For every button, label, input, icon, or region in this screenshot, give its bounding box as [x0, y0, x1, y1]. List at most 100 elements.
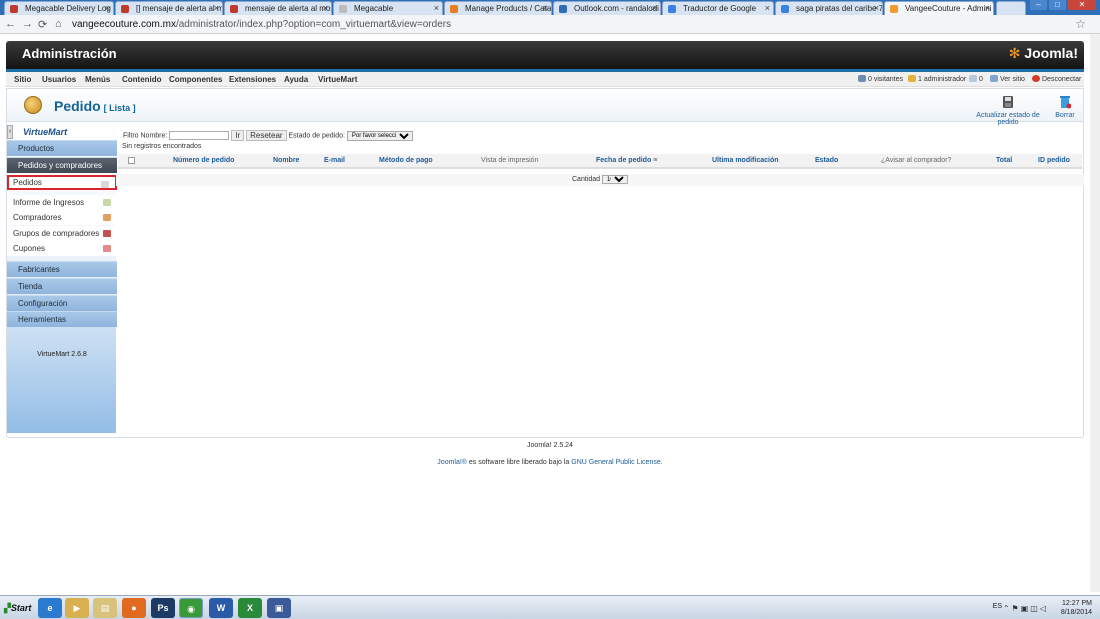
gpl-link[interactable]: GNU General Public License.: [571, 459, 662, 466]
col-last-modified[interactable]: Ultima modificación: [712, 157, 779, 164]
internet-explorer-icon[interactable]: e: [38, 598, 62, 618]
menu-item-usuarios[interactable]: Usuarios: [42, 75, 76, 84]
browser-tab[interactable]: saga piratas del caribe 720 ×: [775, 1, 883, 15]
browser-tab[interactable]: mensaje de alerta al mos ×: [224, 1, 332, 15]
maximize-icon[interactable]: □: [1049, 0, 1066, 10]
media-player-icon[interactable]: ▶: [65, 598, 89, 618]
sort-icon: ≡: [653, 157, 658, 164]
loading-icon: [339, 5, 347, 13]
visitors-icon: [858, 75, 866, 82]
sidebar-item-cupones[interactable]: Cupones: [7, 241, 117, 256]
close-icon[interactable]: ×: [652, 2, 657, 15]
list-limit-select[interactable]: 10: [601, 174, 628, 184]
browser-tab[interactable]: Traductor de Google ×: [662, 1, 774, 15]
menu-item-extensiones[interactable]: Extensiones: [229, 75, 276, 84]
remote-desktop-icon[interactable]: ▣: [267, 598, 291, 618]
vertical-scrollbar[interactable]: [1090, 34, 1100, 592]
google-translate-icon: [668, 5, 676, 13]
sidebar-section-tienda[interactable]: Tienda: [7, 278, 117, 294]
col-order-number[interactable]: Número de pedido: [173, 157, 234, 164]
sidebar-item-pedidos[interactable]: Pedidos: [7, 175, 117, 190]
orders-icon: [101, 181, 109, 188]
clock[interactable]: 12:27 PM 8/18/2014: [1061, 599, 1092, 617]
go-button[interactable]: Ir: [231, 130, 245, 141]
back-icon[interactable]: ←: [5, 18, 16, 30]
tray-icons[interactable]: ⌃⚑▣◫◁: [1003, 604, 1048, 613]
close-icon[interactable]: ×: [434, 2, 439, 15]
bookmark-star-icon[interactable]: ☆: [1075, 17, 1086, 31]
menu-item-componentes[interactable]: Componentes: [169, 75, 222, 84]
close-icon[interactable]: ×: [874, 2, 879, 15]
reload-icon[interactable]: ⟳: [38, 18, 47, 31]
messages-count[interactable]: 0: [969, 75, 983, 83]
delete-button[interactable]: Borrar: [1053, 95, 1077, 119]
word-icon[interactable]: W: [209, 598, 233, 618]
col-email[interactable]: E-mail: [324, 157, 345, 164]
sidebar-section-pedidos-compradores[interactable]: Pedidos y compradores: [7, 157, 117, 173]
admin-header: Administración ✻ Joomla!: [6, 41, 1084, 69]
col-status[interactable]: Estado: [815, 157, 838, 164]
no-records-message: Sin registros encontrados: [122, 143, 202, 150]
report-icon: [103, 199, 111, 206]
select-all-checkbox[interactable]: [128, 157, 135, 164]
view-site-link[interactable]: Ver sitio: [990, 75, 1025, 83]
browser-tab[interactable]: Outlook.com - randalodi ×: [553, 1, 661, 15]
home-icon[interactable]: ⌂: [55, 18, 62, 30]
sidebar-item-compradores[interactable]: Compradores: [7, 210, 117, 225]
shopper-groups-icon: [103, 230, 111, 237]
window-close-icon[interactable]: ✕: [1068, 0, 1096, 10]
col-order-id[interactable]: ID pedido: [1038, 157, 1070, 164]
menu-item-sitio[interactable]: Sitio: [14, 75, 31, 84]
joomla-icon: [890, 5, 898, 13]
outlook-icon: [559, 5, 567, 13]
close-icon[interactable]: ×: [765, 2, 770, 15]
col-order-date[interactable]: Fecha de pedido ≡: [596, 157, 657, 164]
photoshop-icon[interactable]: Ps: [151, 598, 175, 618]
minimize-icon[interactable]: –: [1030, 0, 1047, 10]
sidebar-item-grupos-compradores[interactable]: Grupos de compradores: [7, 226, 117, 241]
sidebar-section-fabricantes[interactable]: Fabricantes: [7, 261, 117, 277]
view-site-icon: [990, 75, 998, 82]
folder-icon[interactable]: ▤: [93, 598, 117, 618]
menu-item-contenido[interactable]: Contenido: [122, 75, 162, 84]
orders-table-header: Número de pedido Nombre E-mail Método de…: [118, 154, 1082, 169]
start-button[interactable]: ▞Start: [1, 599, 31, 617]
menu-item-virtuemart[interactable]: VirtueMart: [318, 75, 357, 84]
browser-tab-active[interactable]: VangeeCouture - Admini ×: [884, 1, 994, 15]
close-icon[interactable]: ×: [543, 2, 548, 15]
close-icon[interactable]: ×: [214, 2, 219, 15]
trash-icon: [1060, 96, 1071, 109]
chrome-icon[interactable]: ◉: [179, 598, 203, 618]
address-bar[interactable]: vangeecouture.com.mx/administrator/index…: [72, 17, 1082, 32]
browser-tab[interactable]: [] mensaje de alerta al mo ×: [115, 1, 223, 15]
reset-button[interactable]: Resetear: [246, 130, 287, 141]
sidebar-item-informe-ingresos[interactable]: Informe de Ingresos: [7, 195, 117, 210]
logout-link[interactable]: Desconectar: [1032, 75, 1081, 83]
close-icon[interactable]: ×: [105, 2, 110, 15]
name-filter-input[interactable]: [169, 131, 230, 140]
firefox-icon[interactable]: ●: [122, 598, 146, 618]
close-icon[interactable]: ×: [323, 2, 328, 15]
browser-tab[interactable]: Manage Products / Catalo ×: [444, 1, 552, 15]
order-status-select[interactable]: Por favor seleccione: [346, 130, 413, 141]
col-print-view: Vista de impresión: [481, 157, 539, 164]
new-tab-button[interactable]: [996, 1, 1026, 15]
browser-tab[interactable]: Megacable ×: [333, 1, 443, 15]
browser-tab[interactable]: Megacable Delivery Log ×: [4, 1, 114, 15]
col-notify-shopper: ¿Avisar al comprador?: [881, 157, 952, 164]
close-icon[interactable]: ×: [985, 2, 990, 15]
col-payment-method[interactable]: Método de pago: [379, 157, 433, 164]
joomla-link[interactable]: Joomla!®: [437, 459, 467, 466]
col-total[interactable]: Total: [996, 157, 1012, 164]
collapse-sidebar-icon[interactable]: ‹: [7, 125, 13, 139]
menu-item-menus[interactable]: Menús: [85, 75, 110, 84]
sidebar-section-productos[interactable]: Productos: [7, 140, 117, 156]
col-name[interactable]: Nombre: [273, 157, 299, 164]
excel-icon[interactable]: X: [238, 598, 262, 618]
menu-item-ayuda[interactable]: Ayuda: [284, 75, 308, 84]
language-indicator[interactable]: ES: [993, 603, 1002, 610]
sidebar-section-configuracion[interactable]: Configuración: [7, 295, 117, 311]
sidebar-section-herramientas[interactable]: Herramientas: [7, 311, 117, 327]
admin-user-icon: [908, 75, 916, 82]
forward-icon[interactable]: →: [22, 18, 33, 30]
